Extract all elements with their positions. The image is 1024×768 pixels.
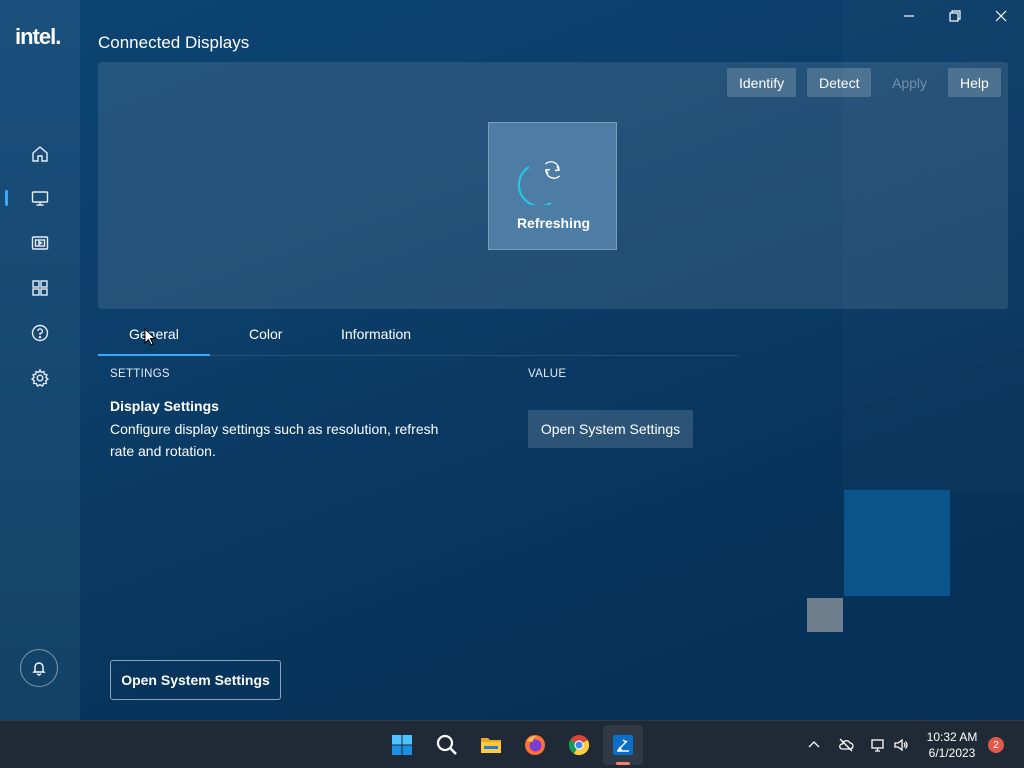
setting-description: Configure display settings such as resol… bbox=[110, 421, 439, 459]
minimize-button[interactable] bbox=[894, 6, 924, 26]
open-system-settings-button[interactable]: Open System Settings bbox=[528, 410, 693, 448]
start-button[interactable] bbox=[388, 731, 416, 759]
clock-date: 6/1/2023 bbox=[928, 746, 976, 760]
tab-information[interactable]: Information bbox=[341, 326, 411, 342]
chevron-up-icon bbox=[808, 741, 820, 748]
taskbar: 10:32 AM 6/1/2023 2 bbox=[0, 720, 1024, 768]
setting-title: Display Settings bbox=[110, 398, 219, 414]
sidebar-item-apps[interactable] bbox=[20, 272, 60, 304]
refreshing-label: Refreshing bbox=[516, 215, 591, 231]
home-icon bbox=[32, 146, 48, 162]
onedrive-tray[interactable] bbox=[836, 735, 856, 755]
value-column-header: VALUE bbox=[528, 368, 567, 380]
page-title: Connected Displays bbox=[98, 33, 250, 52]
search-icon bbox=[436, 734, 457, 755]
cloud-offline-icon bbox=[839, 738, 854, 752]
restore-button[interactable] bbox=[940, 6, 970, 26]
gear-icon bbox=[31, 368, 49, 387]
close-icon bbox=[995, 10, 1007, 22]
video-icon bbox=[31, 236, 49, 250]
file-explorer-icon bbox=[481, 738, 501, 753]
running-app-indicator bbox=[616, 762, 630, 765]
mouse-cursor-icon bbox=[144, 328, 156, 346]
start-icon bbox=[392, 735, 412, 755]
intel-graphics-icon bbox=[613, 735, 633, 755]
volume-tray[interactable] bbox=[891, 735, 911, 755]
chrome-icon bbox=[568, 735, 590, 756]
detect-button[interactable]: Detect bbox=[807, 68, 872, 97]
notification-badge[interactable]: 2 bbox=[988, 737, 1004, 753]
help-icon bbox=[31, 324, 49, 342]
firefox-icon bbox=[525, 735, 545, 755]
sidebar-item-display[interactable] bbox=[20, 182, 60, 214]
close-button[interactable] bbox=[986, 6, 1016, 26]
app-window: intel. Connected Displays Identify Detec… bbox=[0, 0, 1024, 720]
sidebar-item-settings[interactable] bbox=[20, 362, 60, 394]
intel-graphics-button[interactable] bbox=[609, 731, 637, 759]
chrome-button[interactable] bbox=[565, 731, 593, 759]
sidebar-item-video[interactable] bbox=[20, 227, 60, 259]
identify-button[interactable]: Identify bbox=[727, 68, 797, 97]
monitor-icon bbox=[31, 191, 49, 206]
background-decoration bbox=[844, 490, 950, 596]
active-tab-indicator bbox=[98, 354, 210, 356]
sidebar-item-support[interactable] bbox=[20, 317, 60, 349]
bell-icon bbox=[32, 662, 46, 676]
refresh-spinner-icon bbox=[517, 161, 561, 205]
open-system-settings-footer-button[interactable]: Open System Settings bbox=[110, 660, 281, 700]
sidebar: intel. bbox=[0, 0, 80, 720]
minimize-icon bbox=[904, 15, 914, 17]
notifications-button[interactable] bbox=[20, 649, 58, 687]
active-indicator bbox=[5, 190, 8, 206]
clock-time: 10:32 AM bbox=[926, 730, 978, 744]
file-explorer-button[interactable] bbox=[477, 731, 505, 759]
speaker-icon bbox=[894, 738, 908, 752]
background-decoration bbox=[807, 598, 843, 632]
firefox-button[interactable] bbox=[521, 731, 549, 759]
refreshing-card: Refreshing bbox=[488, 122, 617, 250]
apply-button[interactable]: Apply bbox=[880, 68, 939, 97]
network-icon bbox=[871, 739, 884, 752]
settings-column-header: SETTINGS bbox=[110, 368, 170, 380]
restore-icon bbox=[949, 10, 961, 22]
search-button[interactable] bbox=[433, 731, 461, 759]
network-tray[interactable] bbox=[868, 735, 888, 755]
grid-icon bbox=[32, 280, 48, 296]
help-button[interactable]: Help bbox=[948, 68, 1001, 97]
sidebar-item-home[interactable] bbox=[20, 138, 60, 170]
show-hidden-icons-button[interactable] bbox=[804, 735, 824, 755]
system-clock[interactable]: 10:32 AM 6/1/2023 bbox=[918, 729, 986, 761]
intel-logo: intel. bbox=[15, 24, 61, 49]
tab-color[interactable]: Color bbox=[249, 326, 282, 342]
